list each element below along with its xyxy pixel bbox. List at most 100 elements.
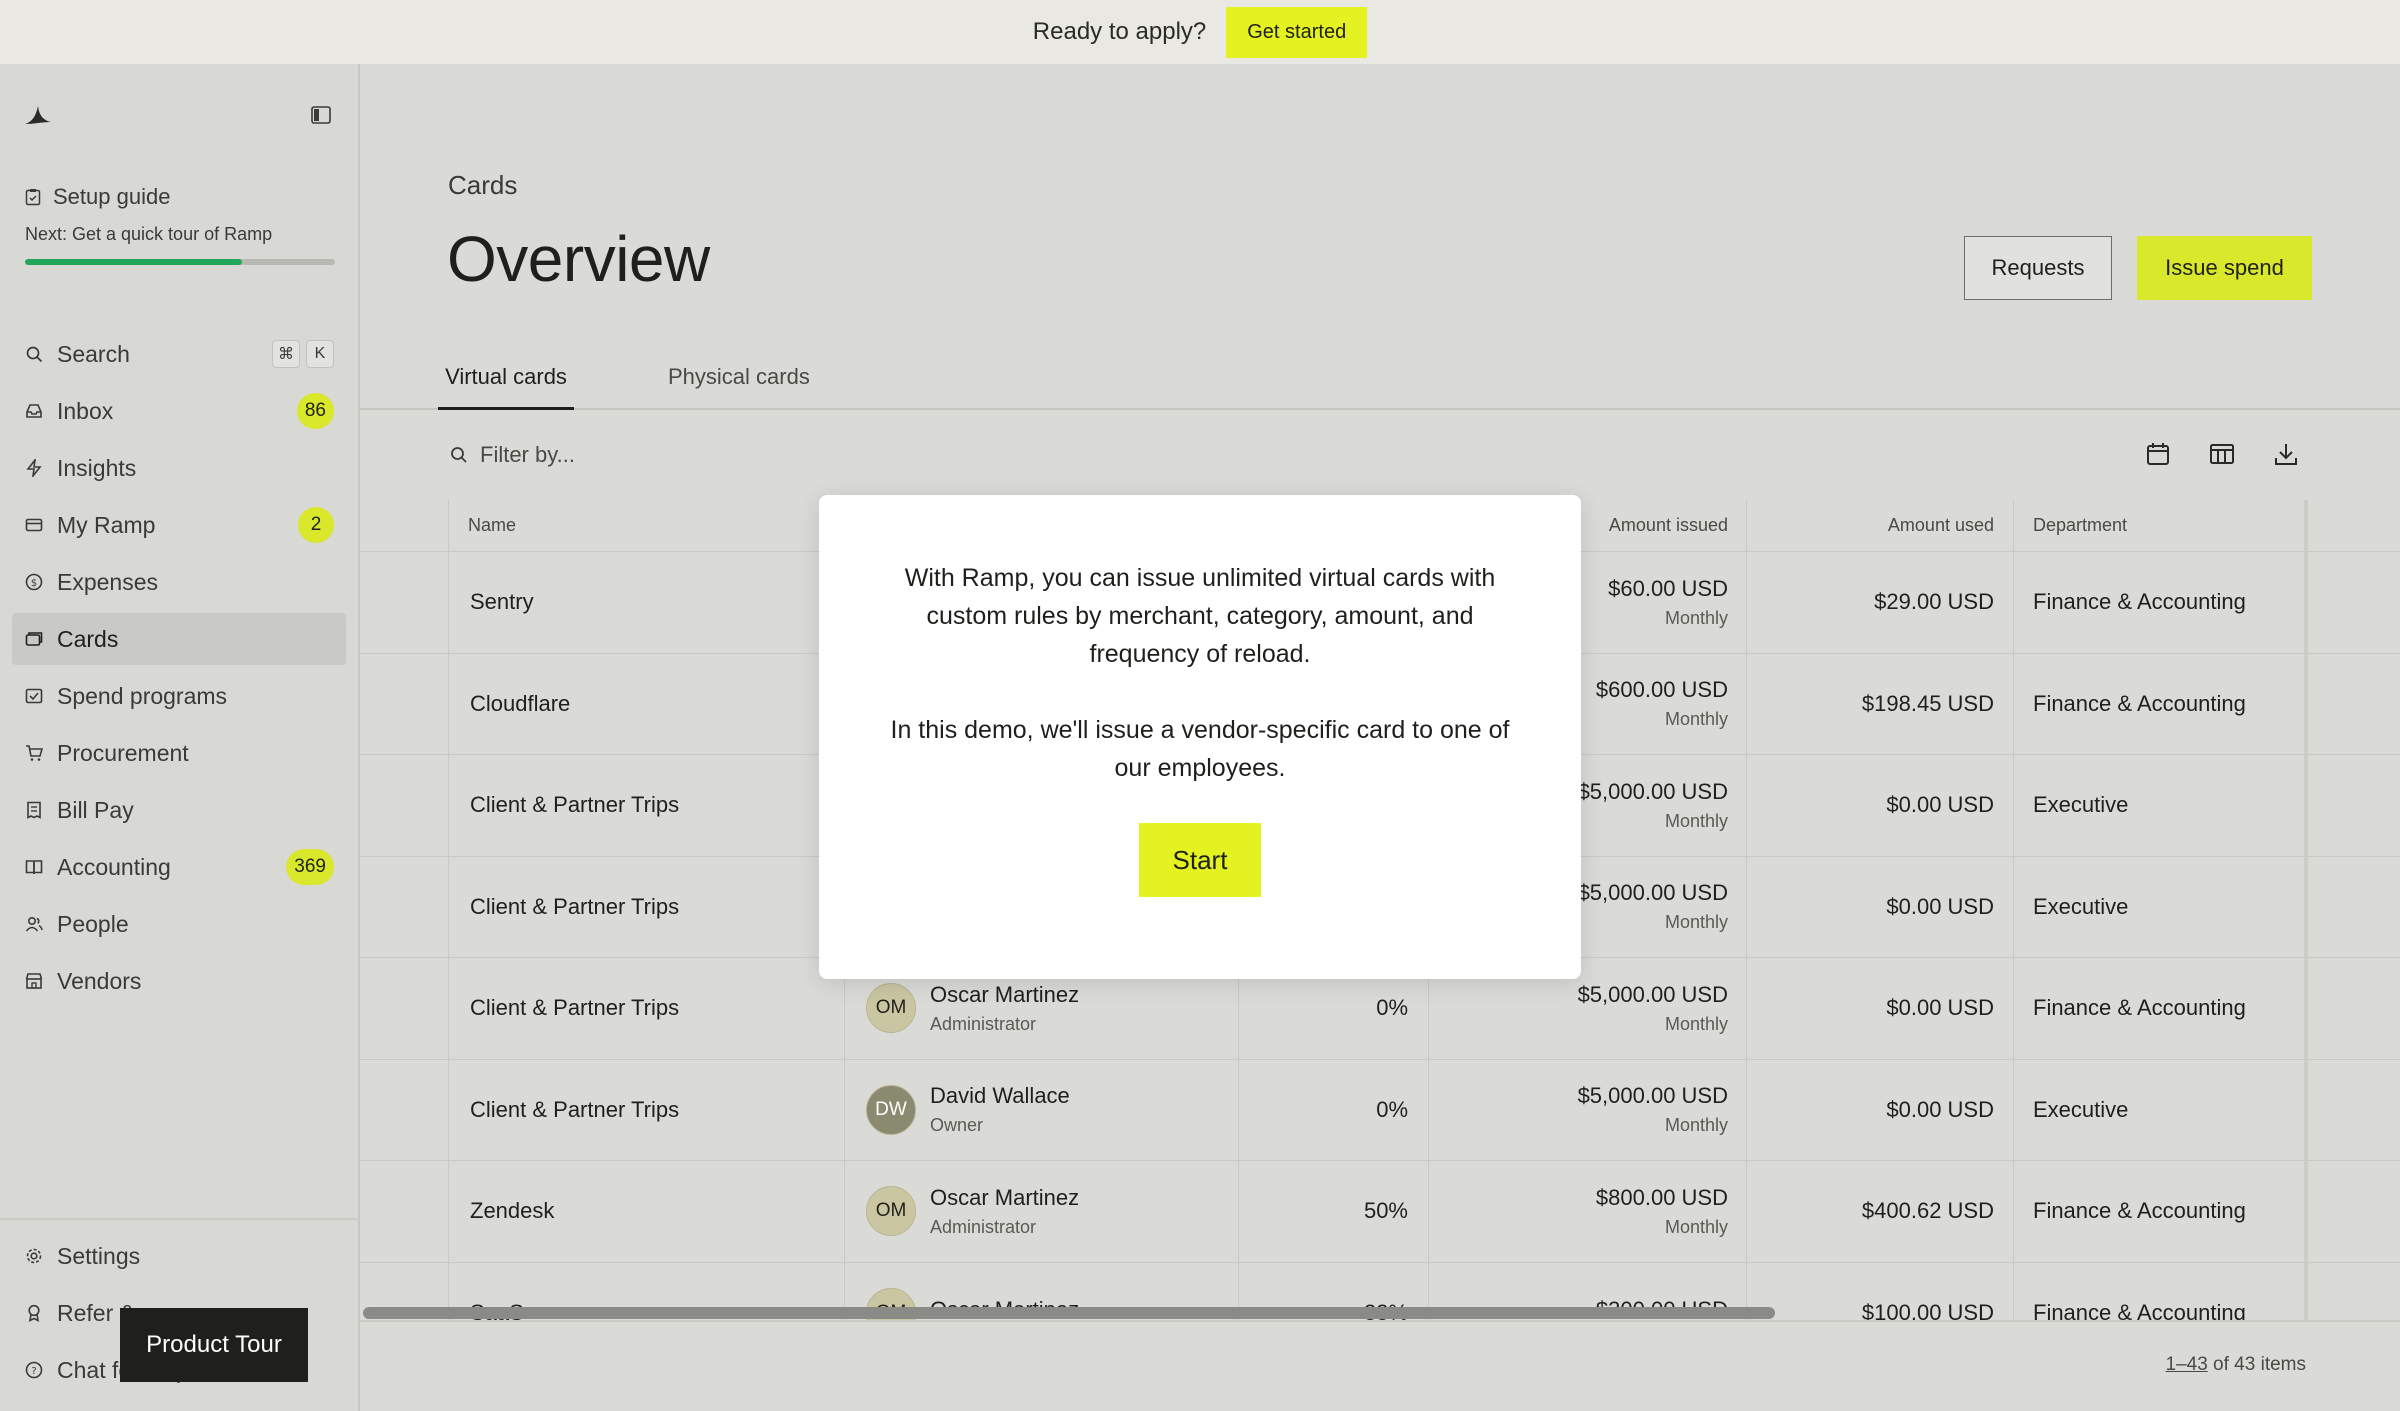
gear-icon bbox=[26, 1248, 42, 1264]
amount-issued: $5,000.00 USD Monthly bbox=[1428, 1060, 1728, 1161]
amount-used: $29.00 USD bbox=[1874, 589, 1994, 615]
table-row[interactable]: Zendesk OM Oscar Martinez Administrator 50% $… bbox=[360, 1161, 2400, 1263]
sidebar-item-vendors[interactable]: Vendors bbox=[12, 955, 346, 1007]
get-started-button[interactable]: Get started bbox=[1226, 6, 1368, 58]
people-icon bbox=[25, 916, 43, 932]
sidebar-item-spend-programs[interactable]: Spend programs bbox=[12, 670, 346, 722]
reload-frequency: Monthly bbox=[1664, 709, 1728, 730]
sidebar-item-label: Inbox bbox=[57, 397, 114, 424]
spend-program-icon bbox=[25, 688, 43, 704]
amount-issued-value: $60.00 USD bbox=[1608, 575, 1728, 601]
cardholder-name: David Wallace bbox=[930, 1083, 1070, 1109]
book-icon bbox=[25, 860, 43, 875]
page-title: Overview bbox=[447, 223, 710, 295]
count-badge: 369 bbox=[286, 849, 334, 885]
pagination-range[interactable]: 1–43 bbox=[2166, 1354, 2208, 1375]
amount-issued-value: $600.00 USD bbox=[1595, 677, 1728, 703]
pagination: 1–43 of 43 items bbox=[2166, 1354, 2307, 1376]
column-header-name[interactable]: Name bbox=[468, 500, 516, 551]
columns-icon[interactable] bbox=[2208, 440, 2236, 468]
sidebar-item-label: Cards bbox=[57, 625, 119, 652]
usage-percent: 0% bbox=[1376, 1096, 1408, 1122]
tab-virtual-cards[interactable]: Virtual cards bbox=[438, 354, 574, 410]
sidebar-item-people[interactable]: People bbox=[12, 898, 346, 950]
tab-physical-cards[interactable]: Physical cards bbox=[668, 354, 810, 410]
amount-issued: $800.00 USD Monthly bbox=[1428, 1161, 1728, 1262]
avatar: OM bbox=[866, 1186, 916, 1237]
reload-frequency: Monthly bbox=[1664, 1013, 1728, 1034]
requests-button[interactable]: Requests bbox=[1964, 236, 2112, 300]
setup-progress-bar bbox=[25, 259, 335, 265]
shortcut-key: ⌘ bbox=[272, 340, 300, 368]
avatar: OM bbox=[866, 983, 916, 1034]
sidebar-divider bbox=[0, 1218, 358, 1220]
start-button[interactable]: Start bbox=[1139, 823, 1261, 897]
amount-used: $100.00 USD bbox=[1861, 1299, 1994, 1320]
sidebar-item-insights[interactable]: Insights bbox=[12, 442, 346, 494]
department: Executive bbox=[2033, 1096, 2129, 1122]
breadcrumb[interactable]: Cards bbox=[448, 170, 517, 201]
count-badge: 2 bbox=[298, 507, 334, 543]
card-name: Client & Partner Trips bbox=[470, 1096, 680, 1122]
count-badge: 86 bbox=[296, 393, 334, 429]
department: Finance & Accounting bbox=[2033, 1299, 2246, 1320]
sidebar-item-label: Accounting bbox=[57, 853, 171, 880]
sidebar-collapse-icon[interactable] bbox=[310, 104, 332, 126]
calendar-icon[interactable] bbox=[2144, 440, 2172, 468]
sidebar: Setup guide Next: Get a quick tour of Ra… bbox=[0, 64, 360, 1411]
amount-issued-value: $5,000.00 USD bbox=[1577, 981, 1728, 1007]
card-name: Sentry bbox=[470, 589, 534, 615]
table-row[interactable]: Client & Partner Trips DW David Wallace Own… bbox=[360, 1060, 2400, 1161]
amount-issued-value: $5,000.00 USD bbox=[1577, 880, 1728, 906]
product-tour-button[interactable]: Product Tour bbox=[120, 1308, 308, 1382]
receipt-icon bbox=[27, 801, 41, 819]
clipboard-icon bbox=[25, 189, 41, 206]
sidebar-item-cards[interactable]: Cards bbox=[12, 613, 346, 665]
sidebar-nav: Search ⌘ K Inbox 86 Insights My Ramp 2 $ Expenses… bbox=[12, 328, 346, 1012]
cardholder: OM Oscar Martinez Administrator bbox=[866, 1161, 1226, 1262]
reload-frequency: Monthly bbox=[1664, 1115, 1728, 1136]
modal-intro-text: With Ramp, you can issue unlimited virtu… bbox=[904, 564, 1496, 668]
sidebar-item-expenses[interactable]: $ Expenses bbox=[12, 556, 346, 608]
sidebar-item-settings[interactable]: Settings bbox=[12, 1230, 346, 1282]
amount-issued-value: $800.00 USD bbox=[1595, 1184, 1728, 1210]
filter-bar[interactable]: Filter by... bbox=[450, 442, 575, 468]
sidebar-item-accounting[interactable]: Accounting 369 bbox=[12, 841, 346, 893]
dollar-circle-icon: $ bbox=[25, 573, 43, 591]
column-header-department[interactable]: Department bbox=[2033, 500, 2127, 551]
department: Executive bbox=[2033, 893, 2129, 919]
amount-issued-value: $5,000.00 USD bbox=[1577, 1083, 1728, 1109]
setup-next-step: Next: Get a quick tour of Ramp bbox=[25, 224, 273, 244]
cardholder: DW David Wallace Owner bbox=[866, 1060, 1226, 1161]
reload-frequency: Monthly bbox=[1664, 810, 1728, 831]
keyboard-shortcut: ⌘ K bbox=[272, 340, 334, 368]
banner-text: Ready to apply? bbox=[1032, 18, 1207, 45]
cardholder-role: Owner bbox=[930, 1115, 984, 1136]
sidebar-item-search[interactable]: Search ⌘ K bbox=[12, 328, 346, 380]
cardholder-role: Administrator bbox=[930, 1216, 1037, 1237]
sidebar-item-procurement[interactable]: Procurement bbox=[12, 727, 346, 779]
ramp-logo-icon[interactable] bbox=[22, 100, 54, 128]
department: Finance & Accounting bbox=[2033, 589, 2246, 615]
cardholder-name: Oscar Martinez bbox=[930, 1184, 1080, 1210]
sidebar-item-label: Procurement bbox=[57, 739, 189, 766]
usage-percent: 50% bbox=[1363, 1198, 1408, 1224]
download-icon[interactable] bbox=[2272, 440, 2300, 468]
horizontal-scrollbar[interactable] bbox=[363, 1307, 1775, 1319]
sidebar-item-label: Search bbox=[57, 340, 130, 367]
issue-spend-button[interactable]: Issue spend bbox=[2137, 236, 2312, 300]
sidebar-item-inbox[interactable]: Inbox 86 bbox=[12, 385, 346, 437]
sidebar-item-label: My Ramp bbox=[57, 511, 156, 538]
lightning-icon bbox=[26, 459, 42, 477]
sidebar-item-label: Spend programs bbox=[57, 682, 228, 709]
amount-used: $0.00 USD bbox=[1886, 995, 1994, 1021]
sidebar-item-my-ramp[interactable]: My Ramp 2 bbox=[12, 499, 346, 551]
avatar: DW bbox=[866, 1084, 916, 1135]
search-icon bbox=[451, 447, 467, 463]
filter-input[interactable]: Filter by... bbox=[480, 442, 575, 468]
reload-frequency: Monthly bbox=[1664, 1216, 1728, 1237]
sidebar-item-bill-pay[interactable]: Bill Pay bbox=[12, 784, 346, 836]
card-tabs: Virtual cards Physical cards bbox=[360, 354, 2400, 410]
column-header-amount-used[interactable]: Amount used bbox=[1746, 500, 1994, 551]
setup-guide[interactable]: Setup guide Next: Get a quick tour of Ra… bbox=[25, 184, 335, 265]
